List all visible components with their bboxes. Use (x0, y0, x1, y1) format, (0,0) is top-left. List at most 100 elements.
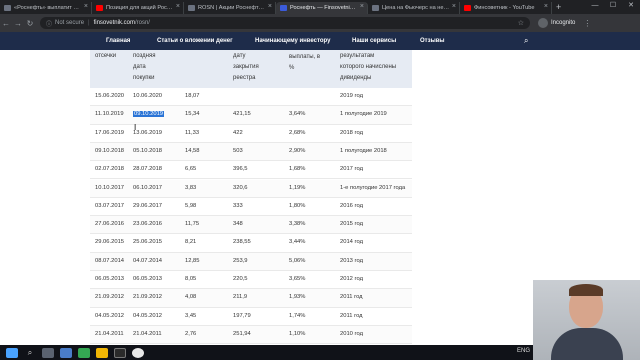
table-row: 27.06.2016 23.06.2016 11,75 348 3,38% 2015 го… (90, 216, 412, 235)
incognito-label: Incognito (551, 20, 576, 26)
table-cell: 2,90% (289, 147, 306, 154)
table-row: 09.10.2018 05.10.2018 14,58 503 2,90% 1 полуг… (90, 142, 412, 162)
column-header: результатам (340, 53, 375, 59)
site-nav-item[interactable]: Начинающему инвестору (255, 38, 330, 44)
table-cell: 320,6 (233, 184, 248, 191)
chrome-incognito-app-icon[interactable] (114, 347, 126, 358)
incognito-indicator[interactable]: Incognito (538, 18, 575, 28)
incognito-icon (538, 18, 548, 28)
bookmark-star-icon[interactable]: ☆ (518, 19, 524, 27)
start-button-icon[interactable] (6, 347, 18, 358)
browser-tab-strip: «Роснефть» выплатит рекорд×Позиция для а… (0, 0, 640, 14)
table-cell: 04.07.2014 (133, 257, 163, 264)
table-cell: 21.09.2012 (95, 294, 125, 301)
table-cell: 1,68% (289, 166, 306, 173)
column-header: поздняя (133, 53, 156, 59)
table-cell: 3,44% (289, 239, 306, 246)
table-cell: 238,55 (233, 239, 251, 246)
browser-tab[interactable]: Роснефть — Finsovetnik.com × (276, 2, 368, 14)
info-icon[interactable]: ⓘ (46, 19, 52, 28)
tab-favicon-icon (188, 5, 195, 11)
table-row: 17.06.2019 13.06.2019 11,33 422 2,68% 2018 го… (90, 125, 412, 143)
table-cell: 1,19% (289, 184, 306, 191)
reload-icon[interactable]: ↻ (24, 19, 36, 28)
browser-tab[interactable]: «Роснефть» выплатит рекорд× (0, 2, 92, 14)
table-cell: 3,38% (289, 221, 306, 228)
browser-tab[interactable]: Финсоветник - YouTube × (460, 2, 552, 14)
address-bar[interactable]: ⓘ Not secure | finsovetnik.com/rosn/ ☆ (40, 17, 530, 29)
browser-menu-icon[interactable]: ⋮ (583, 19, 591, 28)
table-cell: 2013 год (340, 257, 363, 264)
table-cell: 05.10.2018 (133, 147, 163, 154)
table-row: 06.05.2013 06.05.2013 8,05 220,5 3,65% 2012 г… (90, 271, 412, 290)
tab-close-icon[interactable]: × (176, 3, 180, 10)
site-nav-item[interactable]: Наши сервисы (352, 38, 396, 44)
site-nav-item[interactable]: Статьи о вложении денег (157, 38, 233, 44)
table-cell: 14,58 (185, 147, 200, 154)
column-header: покупки (133, 75, 155, 81)
column-header: % (289, 65, 295, 71)
table-cell: 197,79 (233, 312, 251, 319)
tab-close-icon[interactable]: × (544, 3, 548, 10)
table-cell: 2011 год (340, 312, 363, 319)
table-cell: 253,9 (233, 257, 248, 264)
back-icon[interactable]: ← (0, 19, 12, 28)
column-header: закрытия (233, 64, 259, 70)
tab-close-icon[interactable]: × (452, 3, 456, 10)
chrome-app-icon[interactable] (78, 347, 90, 358)
table-cell: 1 полугодие 2019 (340, 111, 387, 118)
maximize-icon[interactable]: ☐ (604, 0, 622, 14)
security-label: Not secure (55, 20, 85, 26)
browser-tab[interactable]: Позиция для акций Роснефть× (92, 2, 184, 14)
table-cell: 2019 год (340, 93, 363, 99)
table-cell: 220,5 (233, 276, 248, 282)
file-explorer-icon[interactable] (96, 347, 108, 358)
tab-favicon-icon (96, 5, 103, 11)
close-window-icon[interactable]: ✕ (622, 0, 640, 14)
table-cell: 2015 год (340, 221, 363, 228)
table-cell: 8,21 (185, 239, 197, 246)
table-cell: 2011 год (340, 294, 363, 301)
table-cell: 21.09.2012 (133, 294, 163, 301)
minimize-icon[interactable]: — (586, 0, 604, 14)
table-cell: 3,64% (289, 111, 306, 118)
site-nav-item[interactable]: Отзывы (420, 38, 445, 44)
browser-tab[interactable]: Цена на Фьючерс на нефть × (368, 2, 460, 14)
table-cell: 503 (233, 147, 243, 154)
forward-icon[interactable]: → (12, 19, 24, 28)
tab-close-icon[interactable]: × (84, 3, 88, 10)
tab-label: Позиция для акций Роснефть (106, 5, 174, 11)
table-cell: 29.06.2015 (95, 239, 125, 246)
table-cell: 2,76 (185, 330, 197, 337)
site-nav-item[interactable]: Главная (106, 38, 130, 44)
table-cell: 211,9 (233, 294, 248, 301)
obs-app-icon[interactable] (132, 347, 144, 358)
table-cell: 396,5 (233, 166, 248, 173)
table-cell: 21.04.2011 (133, 330, 162, 337)
calculator-app-icon[interactable] (60, 347, 72, 358)
new-tab-icon[interactable]: + (552, 2, 565, 14)
task-view-icon[interactable] (42, 347, 54, 358)
table-cell: 06.10.2017 (133, 184, 163, 191)
table-cell: 10.06.2020 (133, 93, 163, 99)
tray-language[interactable]: ENG (517, 348, 530, 354)
tab-close-icon[interactable]: × (360, 3, 364, 10)
browser-tab[interactable]: ROSN | Акции Роснефть - Ф × (184, 2, 276, 14)
table-cell: 06.05.2013 (133, 276, 163, 282)
url-domain: finsovetnik.com (93, 20, 135, 26)
tab-favicon-icon (4, 5, 11, 11)
table-cell: 348 (233, 221, 243, 228)
tab-close-icon[interactable]: × (268, 3, 272, 10)
tab-favicon-icon (464, 5, 471, 11)
browser-toolbar: ← → ↻ ⓘ Not secure | finsovetnik.com/ros… (0, 14, 640, 32)
table-cell: 5,98 (185, 202, 197, 209)
site-search-icon[interactable]: ⌕ (524, 36, 528, 46)
table-cell: 3,45 (185, 312, 197, 319)
table-cell: 2012 год (340, 276, 363, 282)
table-cell: 17.06.2019 (95, 129, 125, 136)
taskbar-search-icon[interactable]: ⌕ (24, 348, 36, 358)
table-cell: 21.04.2011 (95, 330, 124, 337)
column-header: дату (233, 53, 246, 59)
table-cell: 04.05.2012 (95, 312, 125, 319)
table-cell: 11,33 (185, 129, 200, 136)
